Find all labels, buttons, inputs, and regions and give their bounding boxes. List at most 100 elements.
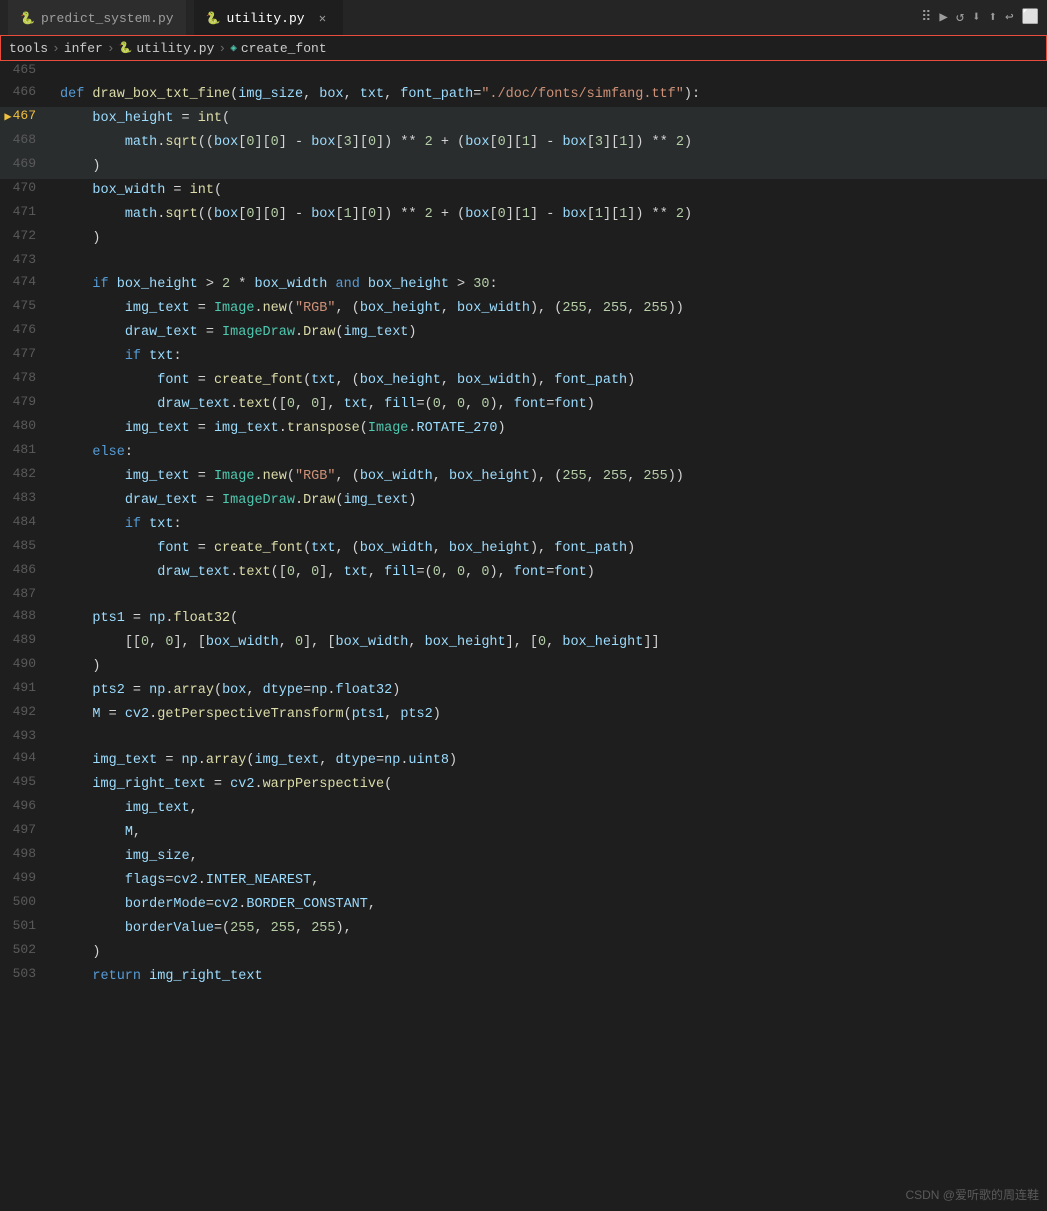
code-content-486: draw_text.text([0, 0], txt, fill=(0, 0, … [52, 561, 1047, 585]
close-icon[interactable]: ✕ [315, 10, 331, 26]
code-content-498: img_size, [52, 845, 1047, 869]
step-over-icon[interactable]: ⬇ [972, 9, 980, 26]
code-content-488: pts1 = np.float32( [52, 607, 1047, 631]
line-num-487: 487 [0, 585, 52, 601]
line-num-501: 501 [0, 917, 52, 933]
code-line-502: 502 ) [0, 941, 1047, 965]
step-back-icon[interactable]: ↩ [1005, 9, 1013, 26]
code-line-478: 478 font = create_font(txt, (box_height,… [0, 369, 1047, 393]
line-num-489: 489 [0, 631, 52, 647]
breadcrumb: tools › infer › 🐍 utility.py › ◈ create_… [0, 35, 1047, 61]
line-num-480: 480 [0, 417, 52, 433]
line-num-483: 483 [0, 489, 52, 505]
code-line-472: 472 ) [0, 227, 1047, 251]
line-num-469: 469 [0, 155, 52, 171]
line-num-465: 465 [0, 61, 52, 77]
tab-utility[interactable]: 🐍 utility.py ✕ [194, 0, 343, 35]
code-line-468: 468 math.sqrt((box[0][0] - box[3][0]) **… [0, 131, 1047, 155]
line-num-497: 497 [0, 821, 52, 837]
bc-tools[interactable]: tools [9, 41, 48, 56]
code-content-480: img_text = img_text.transpose(Image.ROTA… [52, 417, 1047, 441]
refresh-icon[interactable]: ↺ [956, 9, 964, 26]
code-line-493: 493 [0, 727, 1047, 749]
code-editor: 465 466 def draw_box_txt_fine(img_size, … [0, 61, 1047, 1211]
code-content-470: box_width = int( [52, 179, 1047, 203]
code-line-498: 498 img_size, [0, 845, 1047, 869]
code-content-501: borderValue=(255, 255, 255), [52, 917, 1047, 941]
code-content-490: ) [52, 655, 1047, 679]
line-num-503: 503 [0, 965, 52, 981]
code-content-474: if box_height > 2 * box_width and box_he… [52, 273, 1047, 297]
code-line-473: 473 [0, 251, 1047, 273]
code-content-468: math.sqrt((box[0][0] - box[3][0]) ** 2 +… [52, 131, 1047, 155]
line-num-490: 490 [0, 655, 52, 671]
code-content-476: draw_text = ImageDraw.Draw(img_text) [52, 321, 1047, 345]
code-content-494: img_text = np.array(img_text, dtype=np.u… [52, 749, 1047, 773]
code-line-474: 474 if box_height > 2 * box_width and bo… [0, 273, 1047, 297]
file-icon: 🐍 [119, 41, 133, 55]
code-line-491: 491 pts2 = np.array(box, dtype=np.float3… [0, 679, 1047, 703]
code-content-467: box_height = int( [52, 107, 1047, 131]
code-content-503: return img_right_text [52, 965, 1047, 989]
line-num-500: 500 [0, 893, 52, 909]
tab-predict-system[interactable]: 🐍 predict_system.py [8, 0, 186, 35]
grid-icon[interactable]: ⠿ [921, 9, 931, 26]
code-content-471: math.sqrt((box[0][0] - box[1][0]) ** 2 +… [52, 203, 1047, 227]
line-num-485: 485 [0, 537, 52, 553]
code-line-470: 470 box_width = int( [0, 179, 1047, 203]
stop-icon[interactable]: ⬜ [1022, 9, 1039, 26]
debug-arrow: ▶ [0, 107, 16, 124]
code-content-466: def draw_box_txt_fine(img_size, box, txt… [52, 83, 1047, 107]
line-num-470: 470 [0, 179, 52, 195]
code-line-465: 465 [0, 61, 1047, 83]
line-num-472: 472 [0, 227, 52, 243]
code-content-483: draw_text = ImageDraw.Draw(img_text) [52, 489, 1047, 513]
code-line-492: 492 M = cv2.getPerspectiveTransform(pts1… [0, 703, 1047, 727]
bc-infer[interactable]: infer [64, 41, 103, 56]
bc-create-font[interactable]: ◈ create_font [230, 41, 326, 56]
title-bar: 🐍 predict_system.py 🐍 utility.py ✕ ⠿ ▶ ↺… [0, 0, 1047, 35]
line-num-498: 498 [0, 845, 52, 861]
code-line-476: 476 draw_text = ImageDraw.Draw(img_text) [0, 321, 1047, 345]
code-content-482: img_text = Image.new("RGB", (box_width, … [52, 465, 1047, 489]
code-line-481: 481 else: [0, 441, 1047, 465]
code-line-467: ▶ 467 box_height = int( [0, 107, 1047, 131]
line-num-495: 495 [0, 773, 52, 789]
code-content-496: img_text, [52, 797, 1047, 821]
code-content-493 [52, 727, 1047, 729]
python-icon-1: 🐍 [20, 11, 35, 26]
code-line-487: 487 [0, 585, 1047, 607]
code-line-496: 496 img_text, [0, 797, 1047, 821]
code-content-502: ) [52, 941, 1047, 965]
code-content-495: img_right_text = cv2.warpPerspective( [52, 773, 1047, 797]
code-content-492: M = cv2.getPerspectiveTransform(pts1, pt… [52, 703, 1047, 727]
code-line-495: 495 img_right_text = cv2.warpPerspective… [0, 773, 1047, 797]
code-line-486: 486 draw_text.text([0, 0], txt, fill=(0,… [0, 561, 1047, 585]
step-out-icon[interactable]: ⬆ [989, 9, 997, 26]
code-line-479: 479 draw_text.text([0, 0], txt, fill=(0,… [0, 393, 1047, 417]
line-num-475: 475 [0, 297, 52, 313]
code-line-475: 475 img_text = Image.new("RGB", (box_hei… [0, 297, 1047, 321]
line-num-502: 502 [0, 941, 52, 957]
code-content-485: font = create_font(txt, (box_width, box_… [52, 537, 1047, 561]
line-num-486: 486 [0, 561, 52, 577]
code-line-497: 497 M, [0, 821, 1047, 845]
line-num-468: 468 [0, 131, 52, 147]
code-line-485: 485 font = create_font(txt, (box_width, … [0, 537, 1047, 561]
play-icon[interactable]: ▶ [939, 9, 947, 26]
line-num-494: 494 [0, 749, 52, 765]
line-num-471: 471 [0, 203, 52, 219]
bc-utility-py[interactable]: 🐍 utility.py [119, 41, 215, 56]
line-num-499: 499 [0, 869, 52, 885]
code-line-482: 482 img_text = Image.new("RGB", (box_wid… [0, 465, 1047, 489]
code-line-501: 501 borderValue=(255, 255, 255), [0, 917, 1047, 941]
function-icon: ◈ [230, 41, 237, 55]
code-line-483: 483 draw_text = ImageDraw.Draw(img_text) [0, 489, 1047, 513]
code-content-481: else: [52, 441, 1047, 465]
code-line-484: 484 if txt: [0, 513, 1047, 537]
line-num-474: 474 [0, 273, 52, 289]
code-content-500: borderMode=cv2.BORDER_CONSTANT, [52, 893, 1047, 917]
code-line-471: 471 math.sqrt((box[0][0] - box[1][0]) **… [0, 203, 1047, 227]
code-line-489: 489 [[0, 0], [box_width, 0], [box_width,… [0, 631, 1047, 655]
code-content-473 [52, 251, 1047, 253]
